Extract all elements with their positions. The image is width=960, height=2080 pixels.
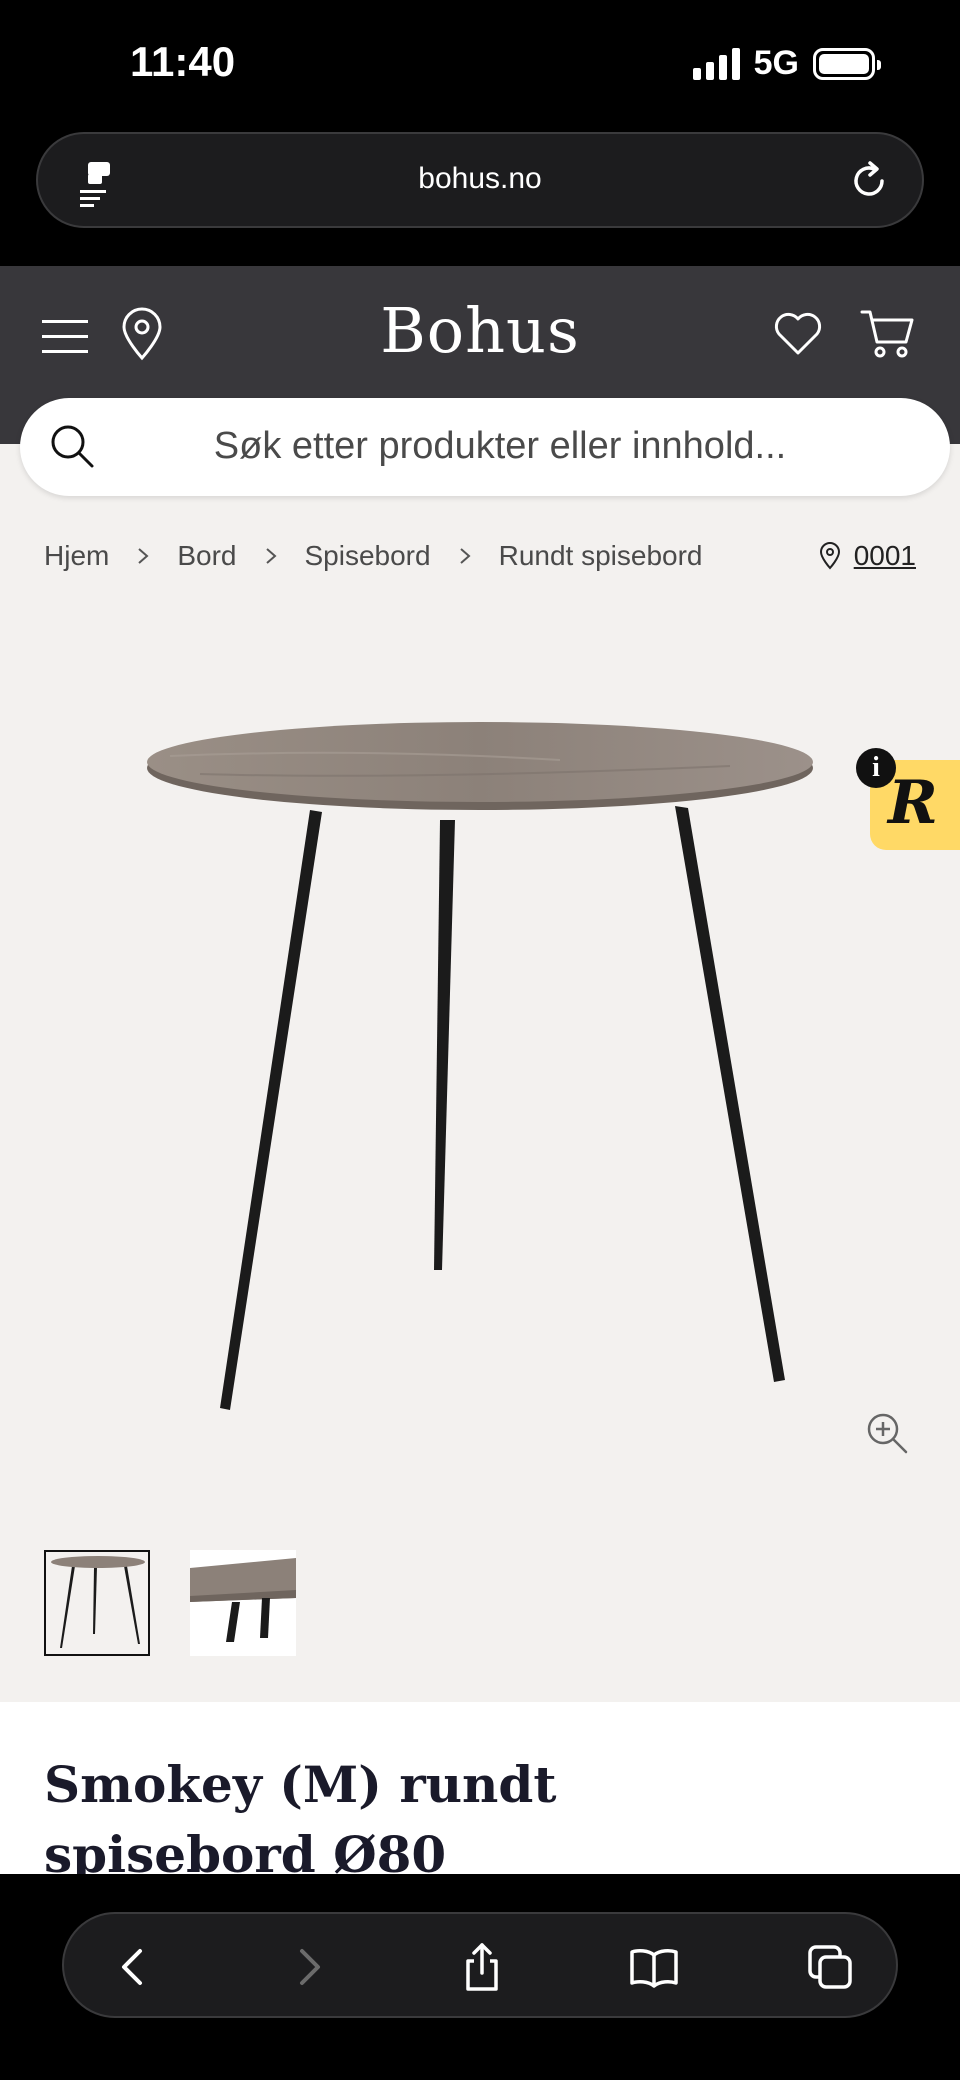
product-thumbnail[interactable]: [44, 1550, 150, 1656]
battery-icon: [813, 47, 881, 80]
share-icon[interactable]: [456, 1941, 508, 1993]
status-time: 11:40: [130, 38, 236, 85]
thumbnail-image: [46, 1552, 148, 1654]
chevron-right-icon: [138, 548, 149, 564]
signal-icon: [692, 47, 740, 80]
location-pin-icon: [819, 542, 840, 570]
chevron-right-icon: [459, 548, 471, 564]
back-chevron-icon[interactable]: [108, 1941, 160, 1993]
product-thumbnail[interactable]: [190, 1550, 296, 1656]
search-bar[interactable]: [20, 398, 950, 496]
reload-icon[interactable]: [844, 156, 894, 206]
breadcrumb-spisebord[interactable]: Spisebord: [305, 540, 431, 572]
forward-chevron-icon[interactable]: [282, 1941, 334, 1993]
browser-toolbar: [62, 1912, 898, 2018]
breadcrumb: Hjem Bord Spisebord Rundt spisebord: [44, 540, 703, 572]
search-icon[interactable]: [48, 422, 98, 472]
breadcrumb-bord[interactable]: Bord: [177, 540, 236, 572]
heart-icon[interactable]: [772, 308, 824, 358]
info-icon[interactable]: i: [856, 748, 896, 788]
product-info: Smokey (M) rundt spisebord Ø80: [0, 1702, 960, 1874]
tabs-icon[interactable]: [804, 1941, 856, 1993]
zoom-in-icon[interactable]: [864, 1410, 910, 1456]
store-code[interactable]: 0001: [854, 540, 916, 572]
store-selector[interactable]: 0001: [818, 540, 916, 572]
network-type: 5G: [753, 44, 799, 82]
status-indicators: 5G: [692, 44, 881, 83]
product-title-line: spisebord Ø80: [44, 1825, 447, 1874]
search-input[interactable]: [130, 416, 870, 476]
review-logo-icon: R: [888, 768, 938, 838]
breadcrumb-home[interactable]: Hjem: [44, 540, 109, 572]
thumbnail-image: [190, 1550, 296, 1656]
status-bar: 11:40 5G: [0, 0, 960, 130]
book-icon[interactable]: [628, 1941, 680, 1993]
breadcrumb-rundt-spisebord[interactable]: Rundt spisebord: [499, 540, 703, 572]
product-image[interactable]: [110, 700, 830, 1420]
cart-icon[interactable]: [860, 306, 916, 360]
product-title-line: Smokey (M) rundt: [44, 1755, 557, 1814]
url-text[interactable]: bohus.no: [38, 162, 922, 196]
address-bar[interactable]: bohus.no: [36, 132, 924, 228]
product-title: Smokey (M) rundt spisebord Ø80: [44, 1750, 604, 1874]
chevron-right-icon: [265, 548, 277, 564]
